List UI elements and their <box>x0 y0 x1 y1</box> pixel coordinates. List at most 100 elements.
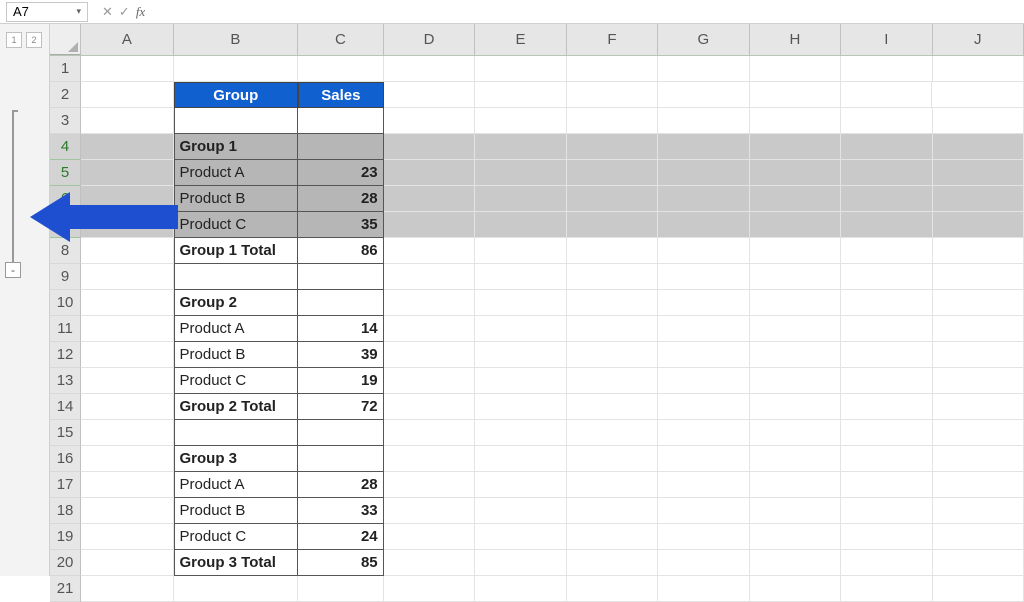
cell[interactable] <box>81 238 173 264</box>
cell[interactable]: Group 2 <box>174 290 298 316</box>
cell[interactable] <box>750 82 841 108</box>
cell[interactable] <box>750 446 841 472</box>
cell[interactable] <box>567 524 658 550</box>
select-all-triangle[interactable] <box>50 24 81 55</box>
cell[interactable] <box>567 264 658 290</box>
cell[interactable] <box>567 238 658 264</box>
cell[interactable] <box>81 446 173 472</box>
cell[interactable] <box>841 550 932 576</box>
cell[interactable] <box>567 316 658 342</box>
cell[interactable] <box>658 550 749 576</box>
cell[interactable] <box>384 56 475 82</box>
cell[interactable] <box>384 264 475 290</box>
cell[interactable]: Group <box>174 82 298 108</box>
cell[interactable] <box>174 108 298 134</box>
cell[interactable] <box>567 160 658 186</box>
cell[interactable] <box>384 212 475 238</box>
cell[interactable] <box>750 290 841 316</box>
cell[interactable] <box>750 576 841 602</box>
cell[interactable] <box>658 498 749 524</box>
cell[interactable] <box>658 134 749 160</box>
cell[interactable] <box>933 472 1024 498</box>
cell[interactable] <box>81 134 173 160</box>
cell[interactable] <box>933 160 1024 186</box>
cell[interactable] <box>933 186 1024 212</box>
column-header[interactable]: I <box>841 24 932 55</box>
row-header[interactable]: 12 <box>50 342 81 368</box>
cell[interactable] <box>475 56 566 82</box>
cell[interactable] <box>933 446 1024 472</box>
cell[interactable]: Product C <box>174 368 298 394</box>
cell[interactable] <box>384 446 475 472</box>
cell[interactable] <box>750 394 841 420</box>
row-header[interactable]: 13 <box>50 368 81 394</box>
cell[interactable] <box>298 576 384 602</box>
cell[interactable]: Group 1 Total <box>174 238 298 264</box>
column-header[interactable]: A <box>81 24 173 55</box>
cell[interactable] <box>475 212 566 238</box>
cell[interactable]: Product A <box>174 472 298 498</box>
cell[interactable]: 14 <box>298 316 384 342</box>
cell[interactable] <box>81 186 173 212</box>
row-header[interactable]: 19 <box>50 524 81 550</box>
cell[interactable] <box>933 56 1024 82</box>
cell[interactable] <box>475 342 566 368</box>
cell[interactable] <box>475 160 566 186</box>
column-header[interactable]: C <box>298 24 384 55</box>
cell[interactable] <box>384 524 475 550</box>
cell[interactable] <box>841 160 932 186</box>
cell[interactable] <box>475 186 566 212</box>
cell[interactable] <box>81 472 173 498</box>
accept-icon[interactable]: ✓ <box>119 4 130 20</box>
cell[interactable] <box>750 342 841 368</box>
cell[interactable] <box>841 498 932 524</box>
cell[interactable] <box>298 446 384 472</box>
cell[interactable] <box>750 160 841 186</box>
cell[interactable]: Product A <box>174 160 298 186</box>
cell[interactable] <box>81 56 173 82</box>
outline-level-1-button[interactable]: 1 <box>6 32 22 48</box>
cell[interactable] <box>933 498 1024 524</box>
cell[interactable] <box>567 498 658 524</box>
cell[interactable] <box>841 420 932 446</box>
cell[interactable] <box>933 368 1024 394</box>
cell[interactable] <box>475 316 566 342</box>
cell[interactable] <box>658 264 749 290</box>
cell[interactable] <box>475 550 566 576</box>
cell[interactable] <box>298 108 384 134</box>
cell[interactable] <box>475 134 566 160</box>
cell[interactable]: Product B <box>174 186 298 212</box>
cell[interactable]: Group 3 Total <box>174 550 298 576</box>
fx-icon[interactable]: fx <box>136 4 145 20</box>
cell[interactable] <box>933 290 1024 316</box>
row-header[interactable]: 8 <box>50 238 81 264</box>
cell[interactable] <box>567 82 658 108</box>
cell[interactable] <box>841 394 932 420</box>
column-header[interactable]: E <box>475 24 566 55</box>
cell[interactable] <box>750 238 841 264</box>
cell[interactable]: 28 <box>298 186 384 212</box>
row-header[interactable]: 21 <box>50 576 81 602</box>
cell[interactable]: Product A <box>174 316 298 342</box>
cell[interactable]: 33 <box>298 498 384 524</box>
cell[interactable] <box>932 82 1023 108</box>
cell[interactable] <box>81 316 173 342</box>
cell[interactable] <box>384 160 475 186</box>
cell[interactable] <box>658 420 749 446</box>
cell[interactable] <box>81 212 173 238</box>
cell[interactable] <box>384 368 475 394</box>
cell[interactable] <box>750 264 841 290</box>
outline-collapse-button[interactable]: - <box>5 262 21 278</box>
cell[interactable] <box>658 186 749 212</box>
chevron-down-icon[interactable]: ▾ <box>76 6 81 17</box>
cell[interactable] <box>933 524 1024 550</box>
cell[interactable] <box>567 368 658 394</box>
cell[interactable] <box>298 56 384 82</box>
cell[interactable] <box>658 160 749 186</box>
cell[interactable] <box>750 524 841 550</box>
cell[interactable]: 72 <box>298 394 384 420</box>
row-header[interactable]: 20 <box>50 550 81 576</box>
cell[interactable]: 35 <box>298 212 384 238</box>
row-header[interactable]: 14 <box>50 394 81 420</box>
cell[interactable] <box>174 420 298 446</box>
